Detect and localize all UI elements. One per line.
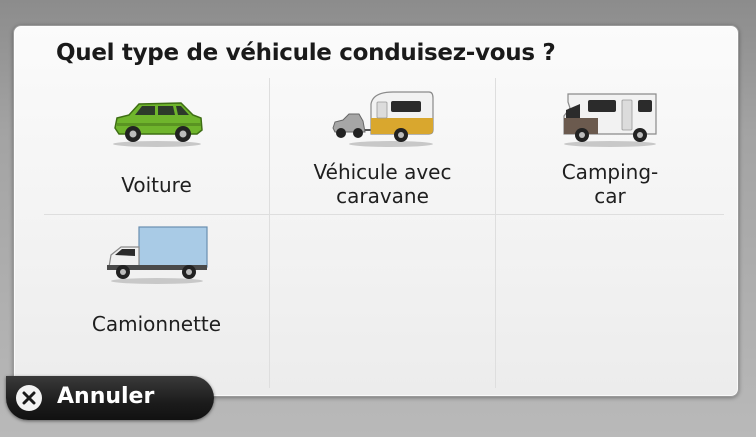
empty-cell [496,215,724,388]
cancel-button[interactable]: Annuler [6,376,214,420]
vehicle-type-dialog: Quel type de véhicule conduisez-vous ? V… [13,25,739,397]
dialog-title: Quel type de véhicule conduisez-vous ? [56,40,556,66]
vehicle-options-grid: Voiture Véhicule avec caravane Camping- … [44,78,724,388]
empty-cell [270,215,496,388]
option-car[interactable]: Voiture [44,78,270,215]
option-camper-van[interactable]: Camping- car [496,78,724,215]
car-with-caravan-icon [331,91,434,147]
option-car-label: Voiture [121,173,192,197]
option-camper-van-label: Camping- car [561,160,659,208]
option-car-with-caravan[interactable]: Véhicule avec caravane [270,78,496,215]
car-icon [112,102,203,147]
cancel-label: Annuler [57,384,155,409]
close-icon [16,385,42,411]
camper-van-icon [563,93,657,147]
option-van-label: Camionnette [91,312,222,336]
option-van[interactable]: Camionnette [44,215,270,388]
option-car-with-caravan-label: Véhicule avec caravane [313,160,452,208]
van-icon [106,226,208,284]
